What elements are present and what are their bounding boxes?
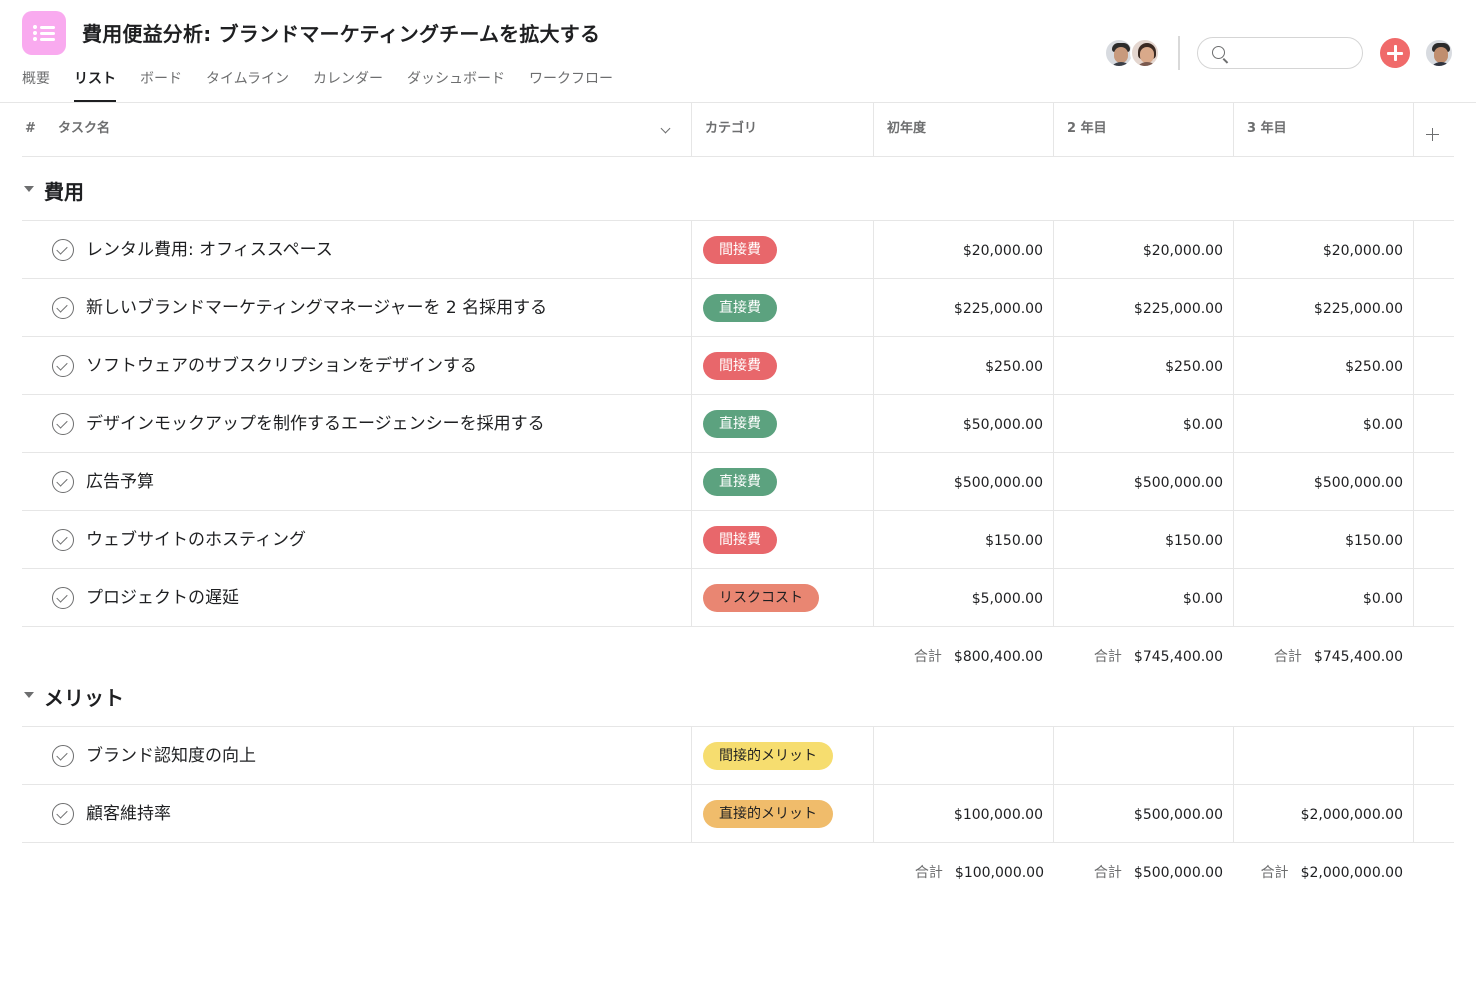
year3-value[interactable]: $0.00 — [1233, 569, 1403, 629]
table-row[interactable]: レンタル費用: オフィススペース 間接費 $20,000.00 $20,000.… — [22, 221, 1454, 279]
category-tag[interactable]: 直接的メリット — [703, 800, 833, 828]
year3-value[interactable]: $150.00 — [1233, 511, 1403, 571]
category-tag[interactable]: 直接費 — [703, 294, 777, 322]
chevron-down-icon[interactable] — [660, 123, 671, 134]
task-name[interactable]: ソフトウェアのサブスクリプションをデザインする — [86, 337, 477, 395]
table-row[interactable]: ウェブサイトのホスティング 間接費 $150.00 $150.00 $150.0… — [22, 511, 1454, 569]
year1-value[interactable]: $250.00 — [873, 337, 1043, 397]
category-tag[interactable]: 間接費 — [703, 526, 777, 554]
table-row[interactable]: 顧客維持率 直接的メリット $100,000.00 $500,000.00 $2… — [22, 785, 1454, 843]
search-input[interactable] — [1232, 43, 1352, 63]
table-row[interactable]: 広告予算 直接費 $500,000.00 $500,000.00 $500,00… — [22, 453, 1454, 511]
table-row[interactable]: 新しいブランドマーケティングマネージャーを 2 名採用する 直接費 $225,0… — [22, 279, 1454, 337]
year1-value[interactable]: $20,000.00 — [873, 221, 1043, 281]
category-tag[interactable]: 直接費 — [703, 410, 777, 438]
category-tag[interactable]: 直接費 — [703, 468, 777, 496]
total-year3: 合計 $745,400.00 — [1273, 649, 1403, 665]
table-row[interactable]: プロジェクトの遅延 リスクコスト $5,000.00 $0.00 $0.00 — [22, 569, 1454, 627]
column-task-name[interactable]: タスク名 — [58, 103, 110, 157]
table-row[interactable]: デザインモックアップを制作するエージェンシーを採用する 直接費 $50,000.… — [22, 395, 1454, 453]
tab-calendar[interactable]: カレンダー — [313, 66, 383, 102]
member-avatar-2[interactable] — [1130, 38, 1160, 68]
year2-value[interactable]: $0.00 — [1053, 395, 1223, 455]
total-year1: 合計 $100,000.00 — [914, 865, 1044, 881]
header-bottom-line — [22, 156, 1454, 157]
category-tag[interactable]: 間接費 — [703, 352, 777, 380]
column-year1[interactable]: 初年度 — [887, 103, 926, 157]
check-circle-icon[interactable] — [52, 803, 74, 825]
task-name[interactable]: レンタル費用: オフィススペース — [86, 221, 333, 279]
year3-value[interactable]: $0.00 — [1233, 395, 1403, 455]
tab-dashboard[interactable]: ダッシュボード — [407, 66, 505, 102]
add-column-icon[interactable] — [1426, 128, 1439, 141]
tab-workflow[interactable]: ワークフロー — [529, 66, 613, 102]
year3-value[interactable]: $225,000.00 — [1233, 279, 1403, 339]
category-tag[interactable]: リスクコスト — [703, 584, 819, 612]
year2-value[interactable]: $250.00 — [1053, 337, 1223, 397]
year3-value[interactable]: $20,000.00 — [1233, 221, 1403, 281]
table-row[interactable]: ソフトウェアのサブスクリプションをデザインする 間接費 $250.00 $250… — [22, 337, 1454, 395]
task-name[interactable]: ブランド認知度の向上 — [86, 727, 256, 785]
total-year3: 合計 $2,000,000.00 — [1260, 865, 1403, 881]
column-year3[interactable]: 3 年目 — [1247, 103, 1287, 157]
search-box[interactable] — [1197, 37, 1363, 69]
task-name[interactable]: ウェブサイトのホスティング — [86, 511, 306, 569]
table-row[interactable]: ブランド認知度の向上 間接的メリット — [22, 727, 1454, 785]
category-tag[interactable]: 間接的メリット — [703, 742, 833, 770]
column-number: # — [25, 121, 36, 136]
check-circle-icon[interactable] — [52, 587, 74, 609]
search-icon — [1212, 46, 1225, 59]
total-year2: 合計 $500,000.00 — [1093, 865, 1223, 881]
year3-value[interactable]: $2,000,000.00 — [1233, 785, 1403, 845]
collapse-caret-icon[interactable] — [24, 692, 34, 698]
tab-board[interactable]: ボード — [140, 66, 182, 102]
year2-value[interactable]: $225,000.00 — [1053, 279, 1223, 339]
task-name[interactable]: 広告予算 — [86, 453, 154, 511]
tab-overview[interactable]: 概要 — [22, 66, 50, 102]
total-year1: 合計 $800,400.00 — [913, 649, 1043, 665]
view-tabs: 概要 リスト ボード タイムライン カレンダー ダッシュボード ワークフロー — [22, 66, 637, 102]
check-circle-icon[interactable] — [52, 529, 74, 551]
category-tag[interactable]: 間接費 — [703, 236, 777, 264]
collapse-caret-icon[interactable] — [24, 186, 34, 192]
year1-value[interactable]: $50,000.00 — [873, 395, 1043, 455]
tab-timeline[interactable]: タイムライン — [206, 66, 289, 102]
check-circle-icon[interactable] — [52, 745, 74, 767]
year3-value[interactable]: $250.00 — [1233, 337, 1403, 397]
check-circle-icon[interactable] — [52, 297, 74, 319]
check-circle-icon[interactable] — [52, 239, 74, 261]
header-separator — [1178, 36, 1180, 70]
year1-value[interactable]: $500,000.00 — [873, 453, 1043, 513]
check-circle-icon[interactable] — [52, 413, 74, 435]
column-year2[interactable]: 2 年目 — [1067, 103, 1107, 157]
year1-value[interactable]: $100,000.00 — [873, 785, 1043, 845]
task-name[interactable]: 顧客維持率 — [86, 785, 171, 843]
year1-value[interactable]: $5,000.00 — [873, 569, 1043, 629]
year3-value[interactable]: $500,000.00 — [1233, 453, 1403, 513]
user-avatar[interactable] — [1424, 38, 1454, 68]
check-circle-icon[interactable] — [52, 355, 74, 377]
tab-list[interactable]: リスト — [74, 66, 116, 102]
year2-value[interactable]: $500,000.00 — [1053, 453, 1223, 513]
project-title[interactable]: 費用便益分析: ブランドマーケティングチームを拡大する — [82, 18, 600, 47]
column-category[interactable]: カテゴリ — [705, 103, 757, 157]
year1-value[interactable]: $150.00 — [873, 511, 1043, 571]
year2-value[interactable]: $0.00 — [1053, 569, 1223, 629]
year2-value[interactable]: $500,000.00 — [1053, 785, 1223, 845]
task-name[interactable]: デザインモックアップを制作するエージェンシーを採用する — [86, 395, 545, 453]
section-title-costs[interactable]: 費用 — [44, 176, 84, 205]
year2-value[interactable]: $20,000.00 — [1053, 221, 1223, 281]
year2-value[interactable]: $150.00 — [1053, 511, 1223, 571]
project-list-icon[interactable] — [22, 11, 66, 55]
check-circle-icon[interactable] — [52, 471, 74, 493]
add-button[interactable] — [1380, 38, 1410, 68]
task-name[interactable]: プロジェクトの遅延 — [86, 569, 239, 627]
task-name[interactable]: 新しいブランドマーケティングマネージャーを 2 名採用する — [86, 279, 547, 337]
section-title-merits[interactable]: メリット — [44, 682, 124, 711]
year1-value[interactable]: $225,000.00 — [873, 279, 1043, 339]
total-year2: 合計 $745,400.00 — [1093, 649, 1223, 665]
